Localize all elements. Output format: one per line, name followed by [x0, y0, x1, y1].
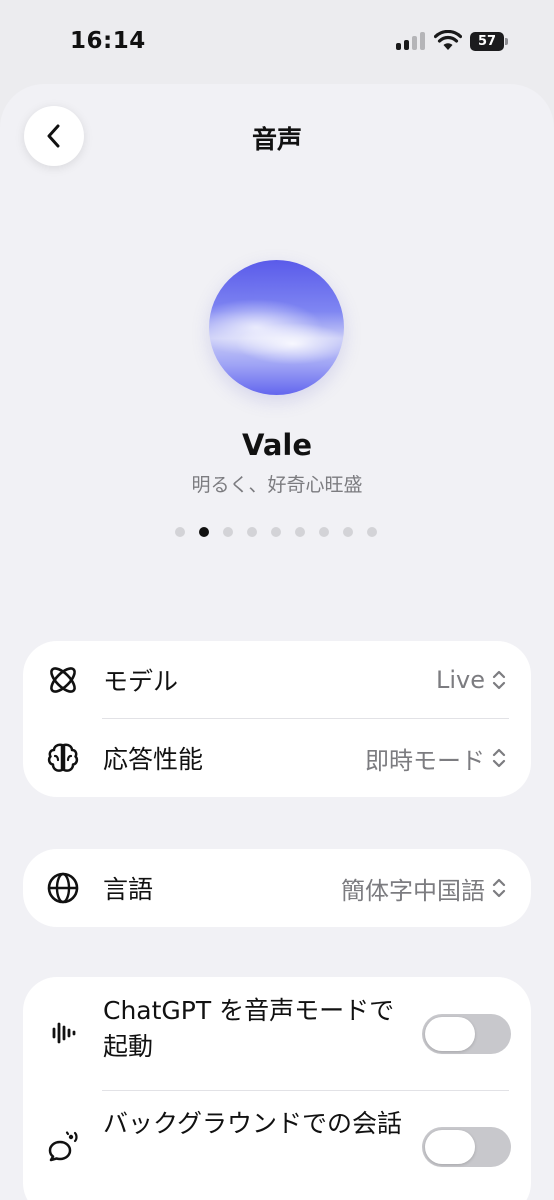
page-dot[interactable]: [223, 527, 233, 537]
language-value[interactable]: 簡体字中国語: [341, 871, 507, 906]
response-label: 応答性能: [103, 745, 204, 774]
background-toggle[interactable]: [422, 1127, 511, 1167]
launch-voice-label: ChatGPT を音声モードで起動: [103, 996, 395, 1061]
chat-bubble-icon: [45, 1128, 81, 1164]
wifi-icon: [434, 30, 462, 50]
page-dot[interactable]: [367, 527, 377, 537]
chevron-up-down-icon: [492, 748, 506, 768]
launch-voice-toggle[interactable]: [422, 1014, 511, 1054]
cellular-signal-icon: [396, 32, 426, 50]
language-card: 言語 簡体字中国語: [23, 849, 531, 927]
chevron-up-down-icon: [492, 670, 506, 690]
page-dot-active[interactable]: [199, 527, 209, 537]
model-value[interactable]: Live: [436, 666, 507, 694]
screen: 16:14 57 音声 Vale 明るく、好奇心旺盛 モデル Live 応答性能…: [0, 0, 554, 1200]
launch-voice-row: ChatGPT を音声モードで起動: [23, 977, 531, 1090]
language-value-text: 簡体字中国語: [341, 876, 485, 905]
page-dot[interactable]: [295, 527, 305, 537]
toggle-knob: [425, 1017, 475, 1051]
status-time: 16:14: [70, 28, 146, 54]
voice-mode-card: ChatGPT を音声モードで起動 バックグラウンドでの会話: [23, 977, 531, 1200]
voice-description: 明るく、好奇心旺盛: [191, 474, 363, 496]
battery-level: 57: [470, 32, 504, 51]
chevron-up-down-icon: [492, 878, 506, 898]
language-row[interactable]: 言語 簡体字中国語: [23, 849, 531, 927]
background-row: バックグラウンドでの会話: [23, 1090, 531, 1200]
voice-name: Vale: [241, 428, 313, 462]
atom-icon: [45, 662, 81, 698]
voice-settings-sheet: 音声 Vale 明るく、好奇心旺盛 モデル Live 応答性能 即時モード 言語…: [0, 84, 554, 1200]
background-label: バックグラウンドでの会話: [103, 1109, 403, 1138]
status-bar: 16:14 57: [0, 0, 554, 80]
response-value-text: 即時モード: [365, 746, 485, 775]
voice-orb[interactable]: [209, 260, 344, 395]
page-dot[interactable]: [271, 527, 281, 537]
page-dot[interactable]: [175, 527, 185, 537]
globe-icon: [45, 870, 81, 906]
battery-icon: 57: [470, 32, 510, 51]
model-settings-card: モデル Live 応答性能 即時モード: [23, 641, 531, 797]
page-title: 音声: [251, 125, 302, 154]
page-indicator[interactable]: [175, 527, 377, 537]
page-dot[interactable]: [343, 527, 353, 537]
page-dot[interactable]: [319, 527, 329, 537]
model-label: モデル: [103, 667, 179, 696]
model-value-text: Live: [435, 666, 485, 694]
page-dot[interactable]: [247, 527, 257, 537]
model-row[interactable]: モデル Live: [23, 641, 531, 719]
toggle-knob: [425, 1130, 475, 1164]
brain-icon: [45, 740, 81, 776]
waveform-icon: [45, 1015, 81, 1051]
response-row[interactable]: 応答性能 即時モード: [23, 719, 531, 797]
response-value[interactable]: 即時モード: [365, 741, 507, 776]
language-label: 言語: [103, 875, 154, 904]
